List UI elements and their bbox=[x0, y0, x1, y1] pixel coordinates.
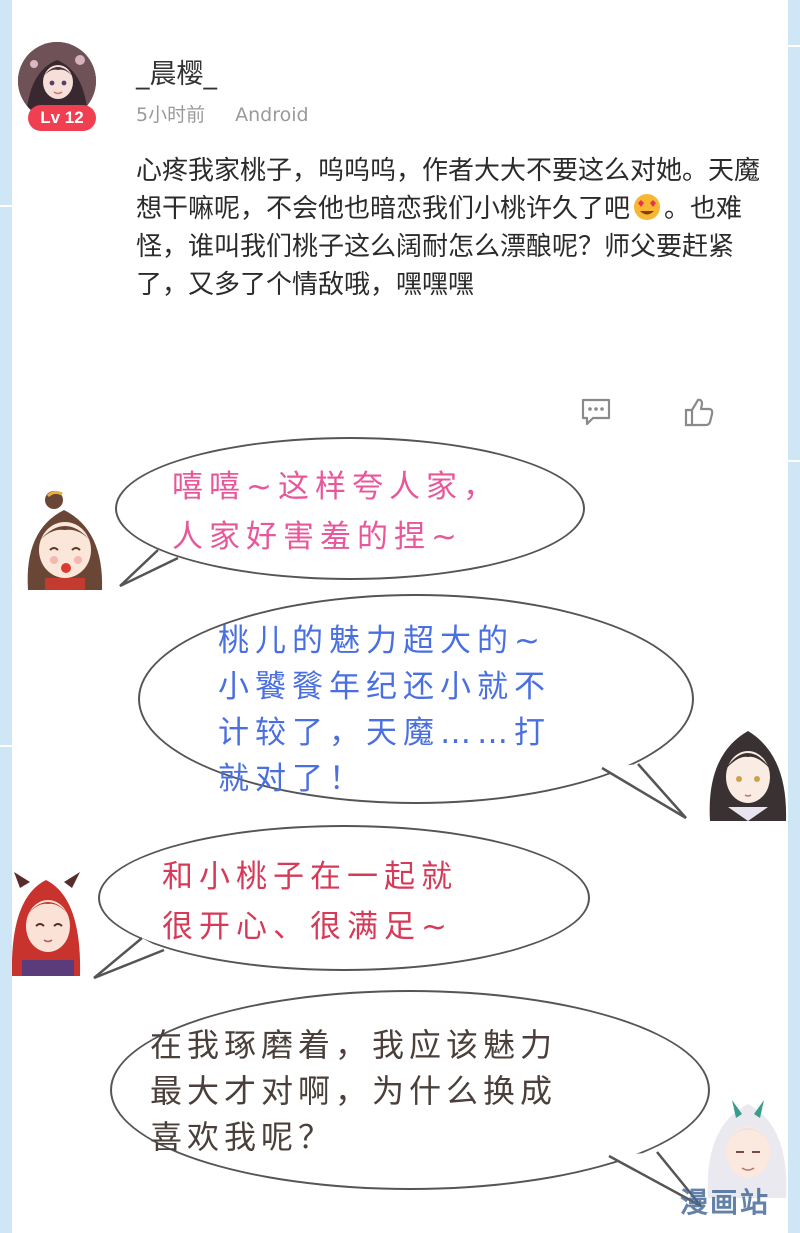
bubble-3-line-2: 很开心、很满足~ bbox=[162, 909, 453, 945]
bubble-2-line-4: 就对了！ bbox=[218, 761, 366, 797]
thumbs-up-icon[interactable] bbox=[682, 396, 716, 428]
heart-eyes-emoji-icon bbox=[634, 194, 661, 220]
site-watermark: 漫画站 bbox=[679, 1186, 770, 1219]
comment-icon[interactable] bbox=[579, 396, 613, 428]
bubble-4-line-3: 喜欢我呢？ bbox=[150, 1118, 336, 1156]
bubble-3-text: 和小桃子在一起就 很开心、很满足~ bbox=[162, 852, 458, 952]
girl-character-icon bbox=[27, 490, 103, 590]
bubble-2-line-3: 计较了，天魔……打 bbox=[218, 715, 551, 751]
dark-haired-man-icon bbox=[709, 731, 787, 821]
post-device: Android bbox=[235, 104, 309, 126]
bubble-tail bbox=[93, 937, 165, 980]
edge-decoration bbox=[0, 205, 14, 207]
edge-decoration bbox=[0, 745, 14, 747]
bubble-2-line-1: 桃儿的魅力超大的~ bbox=[218, 623, 546, 659]
dark-haired-man-avatar bbox=[706, 725, 788, 825]
comment-text: 心疼我家桃子，呜呜呜，作者大大不要这么对她。天魔想干嘛呢，不会他也暗恋我们小桃许… bbox=[136, 152, 776, 304]
comment-meta: 5小时前 Android bbox=[136, 100, 333, 127]
bubble-1-text: 嘻嘻~这样夸人家， 人家好害羞的捏~ bbox=[172, 462, 500, 562]
post-time: 5小时前 bbox=[136, 104, 206, 126]
edge-decoration bbox=[786, 45, 800, 47]
bubble-1-line-2: 人家好害羞的捏~ bbox=[172, 519, 463, 555]
bubble-1-line-1: 嘻嘻~这样夸人家， bbox=[172, 469, 500, 505]
bubble-3-line-1: 和小桃子在一起就 bbox=[162, 859, 458, 895]
username[interactable]: _晨樱_ bbox=[136, 52, 217, 91]
red-haired-girl-icon bbox=[11, 872, 81, 976]
bubble-4-line-1: 在我琢磨着，我应该魅力 bbox=[150, 1026, 558, 1064]
edge-decoration bbox=[786, 460, 800, 462]
bubble-4-text: 在我琢磨着，我应该魅力 最大才对啊，为什么换成 喜欢我呢？ bbox=[150, 1022, 557, 1160]
girl-character-avatar bbox=[20, 490, 110, 594]
bubble-4-line-2: 最大才对啊，为什么换成 bbox=[150, 1072, 558, 1110]
level-badge: Lv 12 bbox=[28, 105, 96, 131]
bubble-tail bbox=[601, 763, 687, 820]
red-haired-girl-avatar bbox=[11, 868, 82, 980]
bubble-2-line-2: 小饕餮年纪还小就不 bbox=[218, 669, 551, 705]
bubble-2-text: 桃儿的魅力超大的~ 小饕餮年纪还小就不 计较了，天魔……打 就对了！ bbox=[218, 618, 551, 802]
